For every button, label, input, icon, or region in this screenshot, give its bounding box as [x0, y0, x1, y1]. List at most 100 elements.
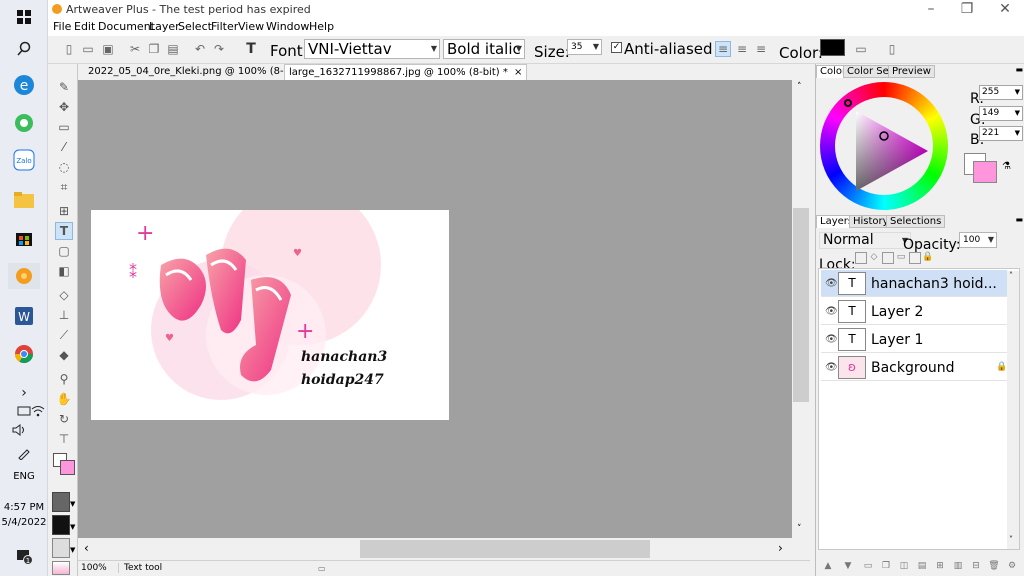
scroll-right-icon[interactable]: › [778, 541, 783, 555]
layer-properties-icon[interactable]: ⊟ [970, 561, 982, 573]
b-input[interactable]: 221 ▼ [979, 126, 1023, 141]
layers-scrollbar[interactable]: ˄ ˅ [1007, 271, 1019, 549]
move-tool-icon[interactable]: ✥ [55, 98, 73, 116]
layer-settings-icon[interactable]: ⚙ [1006, 561, 1018, 573]
warp-text-icon[interactable]: ▭ [853, 41, 869, 57]
layer-row[interactable]: 👁 ʚ Background 🔒 [821, 354, 1007, 381]
zoom-tool-icon[interactable]: ⚲ [55, 370, 73, 388]
crop-tool-icon[interactable]: ⌗ [55, 178, 73, 196]
lock-all-checkbox[interactable] [909, 252, 921, 264]
align-left-icon[interactable]: ≡ [715, 41, 731, 57]
layer-row[interactable]: 👁 T hanachan3 hoid... [821, 270, 1007, 297]
redo-icon[interactable]: ↷ [211, 41, 227, 57]
notification-icon[interactable]: 1 [8, 543, 40, 569]
text-color-swatch[interactable] [820, 39, 845, 56]
scroll-up-icon[interactable]: ˄ [797, 82, 802, 92]
scroll-down-icon[interactable]: ˅ [1009, 535, 1013, 544]
duplicate-layer-icon[interactable]: ❐ [880, 561, 892, 573]
pattern-preview[interactable] [52, 538, 70, 558]
g-input[interactable]: 149 ▼ [979, 106, 1023, 121]
anti-aliased-checkbox[interactable]: ✓ [611, 42, 622, 53]
document-canvas[interactable]: + + ⁑ ♥ ♥ hanachan3 hoidap247 [91, 210, 449, 420]
coccoc-browser-icon[interactable] [8, 110, 40, 136]
artweaver-taskbar-icon[interactable] [8, 263, 40, 289]
eye-icon[interactable]: 👁 [825, 278, 838, 289]
size-input[interactable]: 35 ▼ [567, 39, 602, 55]
hand-tool-icon[interactable]: ✋ [55, 390, 73, 408]
panel-menu-icon[interactable]: ▬ [1015, 65, 1023, 74]
background-color-swatch[interactable] [60, 460, 75, 475]
cut-icon[interactable]: ✂ [127, 41, 143, 57]
lasso-tool-icon[interactable]: ◌ [55, 158, 73, 176]
move-layer-down-icon[interactable]: ▼ [842, 561, 854, 573]
color-triangle[interactable] [846, 106, 936, 196]
panel-menu-icon[interactable]: ▬ [1015, 215, 1023, 224]
rotate-view-icon[interactable]: ↻ [55, 410, 73, 428]
zalo-icon[interactable]: Zalo [8, 147, 40, 173]
zoom-level[interactable]: 100% [81, 563, 119, 573]
tab-preview[interactable]: Preview [888, 65, 935, 78]
menu-document[interactable]: Document [98, 20, 155, 33]
r-input[interactable]: 255 ▼ [979, 85, 1023, 100]
shape-tool-icon[interactable]: ▢ [55, 242, 73, 260]
merge-layer-icon[interactable]: ⊞ [934, 561, 946, 573]
hue-handle[interactable] [844, 99, 852, 107]
chevron-down-icon[interactable]: ▼ [70, 546, 75, 554]
tab-large-jpg-document[interactable]: large_1632711998867.jpg @ 100% (8-bit) *… [284, 64, 528, 80]
menu-filter[interactable]: Filter [211, 20, 238, 33]
menu-select[interactable]: Select [178, 20, 212, 33]
file-explorer-icon[interactable] [8, 187, 40, 213]
vertical-scroll-thumb[interactable] [793, 208, 809, 402]
chevron-down-icon[interactable]: ▼ [70, 523, 75, 531]
eyedropper-icon[interactable]: ⚗ [1002, 161, 1011, 172]
menu-edit[interactable]: Edit [74, 20, 95, 33]
canvas-area[interactable]: + + ⁑ ♥ ♥ hanachan3 hoidap247 [78, 80, 792, 538]
gradient-tool-icon[interactable]: ◧ [55, 262, 73, 280]
menu-window[interactable]: Window [266, 20, 309, 33]
scroll-down-icon[interactable]: ˅ [797, 524, 802, 534]
layer-group-icon[interactable]: ▤ [916, 561, 928, 573]
close-tab-icon[interactable]: × [514, 67, 522, 78]
paper-texture-preview[interactable] [52, 515, 70, 535]
windows-start-icon[interactable] [8, 4, 40, 30]
brush-tool-icon[interactable]: ✎ [55, 78, 73, 96]
tab-kleki-document[interactable]: 2022_05_04_0re_Kleki.png @ 100% (8-bit) … [84, 64, 313, 80]
eye-icon[interactable]: 👁 [825, 362, 838, 373]
menu-file[interactable]: File [53, 20, 71, 33]
clone-tool-icon[interactable]: ⊥ [55, 306, 73, 324]
move-layer-up-icon[interactable]: ▲ [822, 561, 834, 573]
copy-icon[interactable]: ❐ [146, 41, 162, 57]
background-color-preview[interactable] [973, 161, 997, 183]
horizontal-scrollbar[interactable]: ‹ › [78, 538, 792, 560]
blend-mode-dropdown[interactable]: Normal ▼ [819, 232, 911, 249]
magic-wand-icon[interactable]: ⁄ [55, 138, 73, 156]
layer-effects-icon[interactable]: ▥ [952, 561, 964, 573]
eye-icon[interactable]: 👁 [825, 334, 838, 345]
word-icon[interactable]: W [8, 303, 40, 329]
clock-date[interactable]: 5/4/2022 [0, 517, 48, 528]
eyedropper-icon[interactable]: ⟋ [55, 326, 73, 344]
clock-time[interactable]: 4:57 PM [0, 502, 48, 513]
search-icon[interactable] [8, 36, 40, 62]
paste-icon[interactable]: ▤ [165, 41, 181, 57]
menu-layer[interactable]: Layer [149, 20, 180, 33]
menu-view[interactable]: View [238, 20, 264, 33]
vertical-scrollbar[interactable]: ˄ ˅ [792, 80, 810, 538]
pen-icon[interactable] [8, 440, 40, 466]
opacity-input[interactable]: 100 ▼ [959, 232, 997, 248]
minimize-icon[interactable]: – [912, 0, 950, 18]
maximize-icon[interactable]: ❐ [948, 0, 986, 18]
align-center-icon[interactable]: ≡ [734, 41, 750, 57]
horizontal-scroll-thumb[interactable] [360, 540, 650, 558]
eye-icon[interactable]: 👁 [825, 306, 838, 317]
save-icon[interactable]: ▣ [100, 41, 116, 57]
layer-row[interactable]: 👁 T Layer 1 [821, 326, 1007, 353]
edge-browser-icon[interactable]: e [8, 72, 40, 98]
tab-selections[interactable]: Selections [886, 215, 946, 228]
open-icon[interactable]: ▭ [80, 41, 96, 57]
language-indicator[interactable]: ENG [0, 471, 48, 482]
new-layer-icon[interactable]: ▭ [862, 561, 874, 573]
text-tool-icon[interactable]: T [55, 222, 73, 240]
layer-mask-icon[interactable]: ◫ [898, 561, 910, 573]
store-icon[interactable] [8, 225, 40, 251]
